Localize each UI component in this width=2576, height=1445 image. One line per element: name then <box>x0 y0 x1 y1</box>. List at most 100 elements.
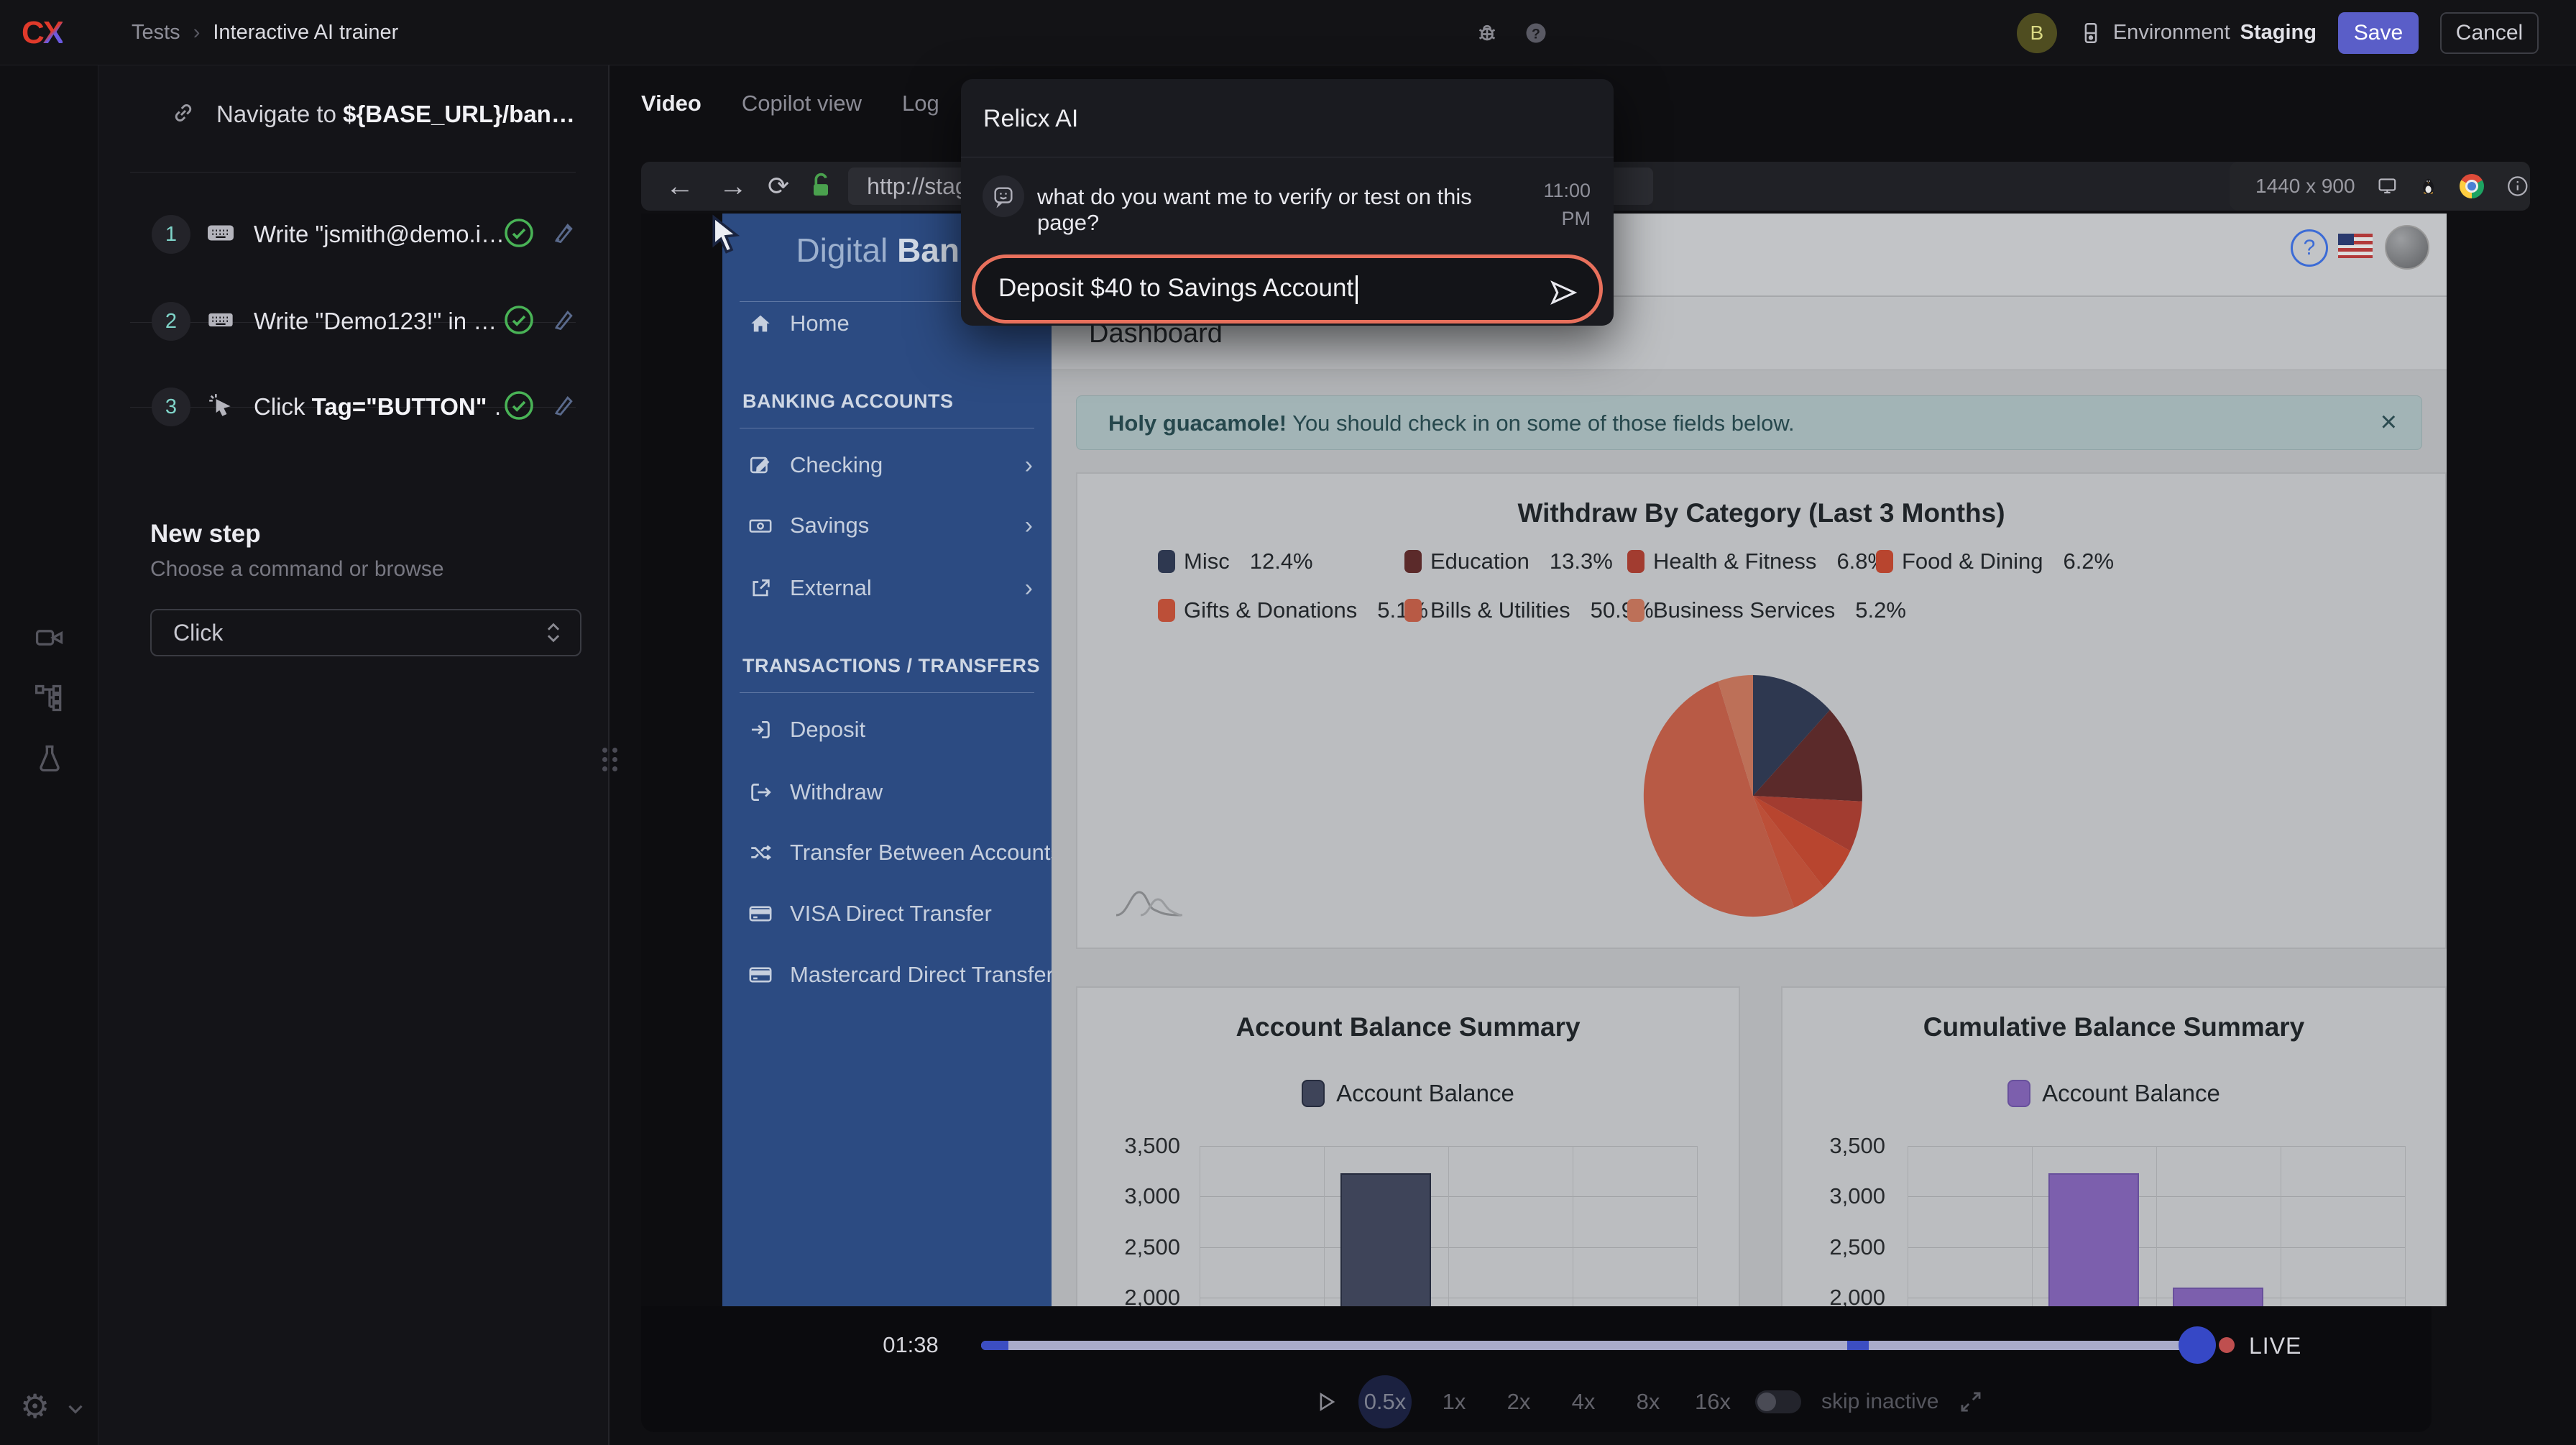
back-icon[interactable]: ← <box>666 172 694 201</box>
send-icon[interactable] <box>1547 277 1579 312</box>
command-select[interactable]: Click <box>150 609 581 656</box>
step-label: Click Tag="BUTTON" … <box>254 393 502 421</box>
chat-bot-icon <box>983 175 1024 217</box>
info-icon[interactable] <box>2506 171 2530 201</box>
bank-nav-deposit[interactable]: Deposit <box>722 707 1052 753</box>
video-viewport[interactable]: Digital Bank Home BANKING ACCOUNTS Check… <box>641 214 2447 1306</box>
server-icon <box>2079 21 2103 45</box>
tab-copilot-view[interactable]: Copilot view <box>742 91 862 116</box>
progress-track[interactable] <box>981 1341 2197 1350</box>
svg-text:?: ? <box>1532 27 1540 42</box>
alert-banner: Holy guacamole! You should check in on s… <box>1076 395 2422 450</box>
keyboard-icon <box>206 219 235 251</box>
alert-close-icon[interactable]: × <box>2380 406 2397 439</box>
y-tick: 3,500 <box>1829 1133 1885 1159</box>
step-row-1[interactable]: 1 Write "jsmith@demo.i… <box>98 191 610 277</box>
step-success-icon <box>502 303 536 341</box>
tab-log[interactable]: Log <box>902 91 939 116</box>
shuffle-icon <box>748 840 777 865</box>
chevron-down-icon[interactable] <box>63 1397 88 1425</box>
y-tick: 2,000 <box>1124 1285 1180 1306</box>
step-success-icon <box>502 216 536 254</box>
prompt-input[interactable]: Deposit $40 to Savings Account <box>972 254 1603 324</box>
playback-controls: 0.5x1x2x4x8x16x skip inactive <box>1314 1378 1983 1426</box>
speed-option-16x[interactable]: 16x <box>1690 1389 1735 1415</box>
sign-in-icon <box>748 717 777 742</box>
speed-option-1x[interactable]: 1x <box>1432 1389 1476 1415</box>
bank-nav-checking[interactable]: Checking › <box>722 442 1052 488</box>
environment-selector[interactable]: Environment Staging <box>2079 21 2317 45</box>
bank-nav-external[interactable]: External › <box>722 565 1052 611</box>
bank-nav-mastercard-transfer[interactable]: Mastercard Direct Transfer <box>722 952 1052 998</box>
recording-camera-icon[interactable] <box>0 622 98 653</box>
bank-content: Holy guacamole! You should check in on s… <box>1052 370 2447 1306</box>
live-indicator-dot <box>2219 1337 2235 1353</box>
speed-option-8x[interactable]: 8x <box>1626 1389 1670 1415</box>
video-player-bar: 01:38 LIVE 0.5x1x2x4x8x16x skip inactive <box>641 1306 2432 1432</box>
app-logo[interactable]: CX <box>22 0 63 65</box>
forward-icon[interactable]: → <box>719 172 748 201</box>
edit-square-icon <box>748 453 777 477</box>
step-label: Write "Demo123!" in … <box>254 308 502 335</box>
chevron-right-icon: › <box>1025 574 1033 602</box>
y-tick: 2,500 <box>1829 1234 1885 1260</box>
skip-inactive-toggle[interactable] <box>1755 1390 1801 1413</box>
bug-report-icon[interactable] <box>1468 14 1506 52</box>
bank-nav-withdraw[interactable]: Withdraw <box>722 769 1052 815</box>
save-button[interactable]: Save <box>2338 12 2419 54</box>
live-label: LIVE <box>2249 1333 2301 1359</box>
legend-swatch <box>2007 1080 2030 1107</box>
prompt-input-value: Deposit $40 to Savings Account <box>998 274 1358 304</box>
step-row-3[interactable]: 3 Click Tag="BUTTON" … <box>98 364 610 450</box>
bank-help-icon[interactable]: ? <box>2291 229 2328 267</box>
bar-chart-title: Account Balance Summary <box>1077 1012 1739 1042</box>
credit-card-icon <box>748 963 777 987</box>
chart-watermark-icon <box>1113 885 1185 923</box>
bar <box>1340 1173 1431 1306</box>
edit-step-icon[interactable] <box>549 219 578 251</box>
playback-time: 01:38 <box>871 1332 950 1358</box>
speed-option-2x[interactable]: 2x <box>1496 1389 1541 1415</box>
speed-option-4x[interactable]: 4x <box>1561 1389 1606 1415</box>
edit-step-icon[interactable] <box>549 306 578 338</box>
breadcrumb-tests-link[interactable]: Tests <box>132 21 180 45</box>
fullscreen-icon[interactable] <box>1959 1390 1983 1414</box>
step-success-icon <box>502 388 536 426</box>
speed-option-0.5x[interactable]: 0.5x <box>1358 1375 1412 1428</box>
user-avatar[interactable]: B <box>2017 13 2057 53</box>
settings-gear-icon[interactable]: ⚙ <box>20 1387 50 1426</box>
home-icon <box>748 311 777 336</box>
step-label: Write "jsmith@demo.i… <box>254 221 502 248</box>
bank-user-avatar[interactable] <box>2385 225 2429 270</box>
help-icon[interactable]: ? <box>1517 14 1555 52</box>
assistant-message: what do you want me to verify or test on… <box>1037 184 1483 236</box>
divider <box>740 692 1034 693</box>
bank-nav-transfer[interactable]: Transfer Between Accounts <box>722 830 1052 876</box>
tab-video[interactable]: Video <box>641 91 702 116</box>
bar-plot <box>1908 1146 2405 1306</box>
reload-icon[interactable]: ⟳ <box>768 173 789 199</box>
session-info-panel: 1440 x 900 <box>2230 162 2530 211</box>
navigate-step[interactable]: Navigate to ${BASE_URL}/ban… <box>98 71 610 157</box>
bar-plot <box>1200 1146 1697 1306</box>
progress-handle[interactable] <box>2179 1326 2216 1364</box>
monitor-icon <box>2377 173 2398 199</box>
cumulative-balance-card: Cumulative Balance Summary Account Balan… <box>1781 986 2447 1306</box>
test-flask-icon[interactable] <box>0 743 98 774</box>
environment-value: Staging <box>2240 21 2317 45</box>
environment-label: Environment <box>2113 21 2230 45</box>
bank-nav-visa-transfer[interactable]: VISA Direct Transfer <box>722 891 1052 937</box>
panel-resize-handle[interactable] <box>602 748 618 771</box>
credit-card-icon <box>748 902 777 926</box>
message-timestamp: 11:00PM <box>1519 177 1591 233</box>
play-icon[interactable] <box>1314 1390 1338 1414</box>
y-tick: 3,000 <box>1124 1183 1180 1209</box>
linux-icon <box>2419 174 2438 198</box>
us-flag-icon[interactable] <box>2338 234 2373 258</box>
bank-nav-savings[interactable]: Savings › <box>722 503 1052 549</box>
logo-x: X <box>43 15 63 51</box>
flow-tree-icon[interactable] <box>0 682 98 714</box>
step-row-2[interactable]: 2 Write "Demo123!" in … <box>98 278 610 364</box>
cancel-button[interactable]: Cancel <box>2440 12 2539 54</box>
edit-step-icon[interactable] <box>549 391 578 423</box>
